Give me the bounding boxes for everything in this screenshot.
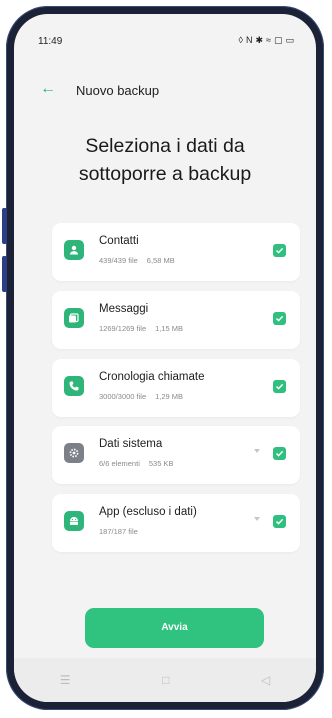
- item-details: 439/439 file 6,58 MB: [99, 256, 175, 265]
- item-details: 6/6 elementi 535 KB: [99, 459, 173, 468]
- android-app-icon: [64, 511, 84, 531]
- bluetooth-icon: ✱: [255, 35, 264, 45]
- backup-item-call-log[interactable]: Cronologia chiamate 3000/3000 file 1,29 …: [52, 359, 300, 417]
- chevron-down-icon[interactable]: [254, 517, 260, 521]
- item-name: Dati sistema: [99, 438, 163, 450]
- settings-icon: [64, 443, 84, 463]
- home-icon[interactable]: □: [162, 673, 169, 687]
- item-count: 1269/1269 file: [99, 324, 147, 333]
- checkbox-checked[interactable]: [273, 244, 286, 257]
- item-size: 1,15 MB: [155, 324, 184, 333]
- contact-icon: [64, 240, 84, 260]
- item-name: App (escluso i dati): [99, 506, 197, 518]
- sim-icon: ▢: [273, 35, 283, 45]
- item-count: 6/6 elementi: [99, 459, 140, 468]
- checkbox-checked[interactable]: [273, 515, 286, 528]
- volume-up-button: [2, 208, 7, 244]
- nfc-icon: N: [245, 35, 253, 45]
- item-details: 1269/1269 file 1,15 MB: [99, 324, 183, 333]
- battery-icon: ▭: [285, 35, 294, 45]
- menu-icon[interactable]: ☰: [60, 673, 71, 687]
- checkbox-checked[interactable]: [273, 380, 286, 393]
- checkbox-checked[interactable]: [273, 447, 286, 460]
- item-count: 187/187 file: [99, 527, 138, 536]
- arrow-left-icon[interactable]: ←: [40, 80, 60, 98]
- app-header: ← Nuovo backup: [14, 76, 316, 104]
- item-count: 3000/3000 file: [99, 392, 147, 401]
- phone-screen: 11:49 ◊ N ✱ ≈ ▢ ▭ ← Nuovo backup Selezio…: [14, 14, 316, 702]
- header-title: Nuovo backup: [76, 83, 160, 98]
- start-backup-button[interactable]: Avvia: [85, 608, 264, 648]
- backup-item-system-data[interactable]: Dati sistema 6/6 elementi 535 KB: [52, 426, 300, 484]
- backup-item-messages[interactable]: Messaggi 1269/1269 file 1,15 MB: [52, 291, 300, 349]
- status-bar: 11:49 ◊ N ✱ ≈ ▢ ▭: [14, 14, 316, 52]
- item-name: Messaggi: [99, 303, 149, 315]
- chevron-down-icon[interactable]: [254, 449, 260, 453]
- wifi-icon: ≈: [266, 35, 271, 45]
- item-details: 3000/3000 file 1,29 MB: [99, 392, 183, 401]
- item-name: Contatti: [99, 235, 139, 247]
- item-name: Cronologia chiamate: [99, 371, 205, 383]
- navigation-bar: ☰ □ ◁: [14, 658, 316, 702]
- item-size: 1,29 MB: [155, 392, 184, 401]
- backup-item-apps[interactable]: App (escluso i dati) 187/187 file: [52, 494, 300, 552]
- page-title-line-1: Seleziona i dati da: [85, 135, 245, 157]
- item-size: 6,58 MB: [146, 256, 175, 265]
- backup-item-contacts[interactable]: Contatti 439/439 file 6,58 MB: [52, 223, 300, 281]
- location-icon: ◊: [238, 35, 243, 45]
- status-time: 11:49: [38, 36, 63, 47]
- page-title: Seleziona i dati da sottoporre a backup: [14, 132, 316, 188]
- item-details: 187/187 file: [99, 527, 138, 536]
- phone-icon: [64, 376, 84, 396]
- message-icon: [64, 308, 84, 328]
- checkbox-checked[interactable]: [273, 312, 286, 325]
- item-count: 439/439 file: [99, 256, 138, 265]
- back-icon[interactable]: ◁: [261, 673, 270, 687]
- page-title-line-2: sottoporre a backup: [78, 163, 252, 185]
- status-icons: ◊ N ✱ ≈ ▢ ▭: [239, 35, 294, 45]
- volume-down-button: [2, 256, 7, 292]
- item-size: 535 KB: [148, 459, 174, 468]
